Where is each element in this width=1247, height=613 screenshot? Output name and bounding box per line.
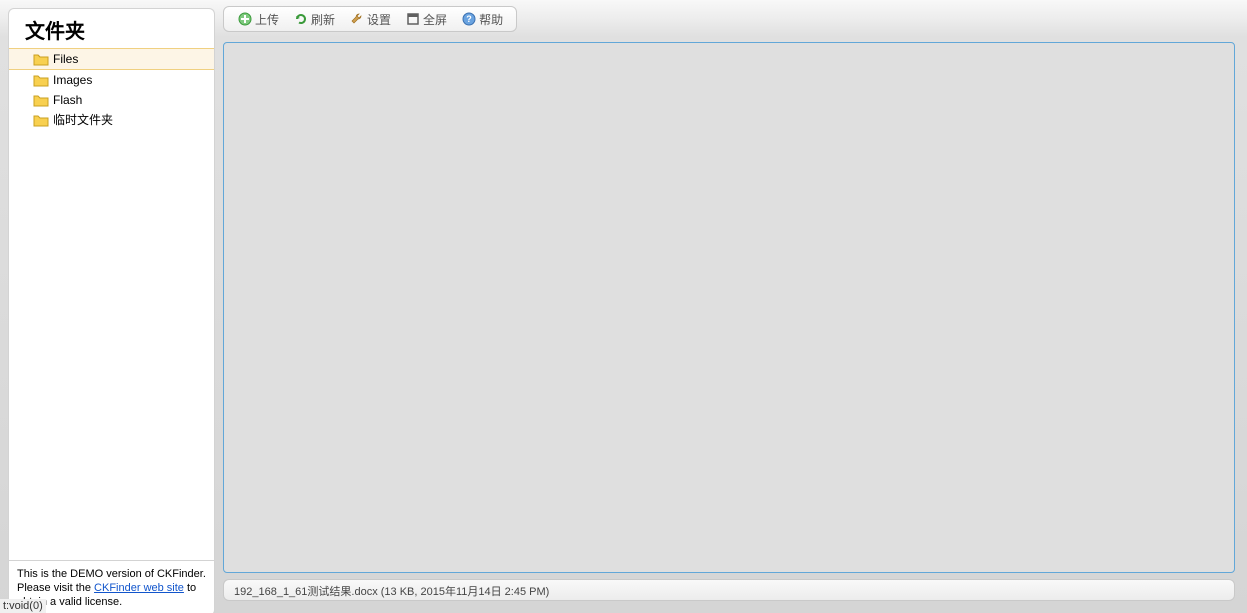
upload-label: 上传 [255, 11, 279, 28]
folder-label: Flash [53, 92, 82, 108]
help-button[interactable]: ? 帮助 [455, 9, 509, 30]
folder-item-images[interactable]: Images [9, 70, 214, 90]
folder-item-files[interactable]: Files [9, 48, 214, 70]
refresh-button[interactable]: 刷新 [287, 9, 341, 30]
browser-status-text: t:void(0) [0, 599, 46, 613]
sidebar: 文件夹 Files Images Flash [0, 0, 215, 613]
fullscreen-label: 全屏 [423, 11, 447, 28]
folder-item-flash[interactable]: Flash [9, 90, 214, 110]
fullscreen-button[interactable]: 全屏 [399, 9, 453, 30]
fullscreen-icon [405, 11, 421, 27]
folder-item-temp[interactable]: 临时文件夹 [9, 110, 214, 130]
folder-label: 临时文件夹 [53, 112, 113, 128]
folder-icon [33, 52, 49, 66]
folder-icon [33, 93, 49, 107]
help-icon: ? [461, 11, 477, 27]
refresh-label: 刷新 [311, 11, 335, 28]
settings-button[interactable]: 设置 [343, 9, 397, 30]
plus-icon [237, 11, 253, 27]
demo-link[interactable]: CKFinder web site [94, 582, 184, 594]
main: 上传 刷新 设置 全屏 ? [215, 0, 1247, 613]
folder-label: Images [53, 72, 92, 88]
folder-icon [33, 113, 49, 127]
status-bar: 192_168_1_61测试结果.docx (13 KB, 2015年11月14… [223, 579, 1235, 601]
settings-label: 设置 [367, 11, 391, 28]
sidebar-title: 文件夹 [8, 8, 215, 48]
folder-label: Files [53, 51, 78, 67]
toolbar: 上传 刷新 设置 全屏 ? [223, 6, 517, 32]
refresh-icon [293, 11, 309, 27]
folder-tree: Files Images Flash 临时文件夹 [8, 48, 215, 561]
help-label: 帮助 [479, 11, 503, 28]
file-area[interactable] [223, 42, 1235, 573]
wrench-icon [349, 11, 365, 27]
folder-icon [33, 73, 49, 87]
svg-text:?: ? [466, 14, 472, 24]
upload-button[interactable]: 上传 [231, 9, 285, 30]
